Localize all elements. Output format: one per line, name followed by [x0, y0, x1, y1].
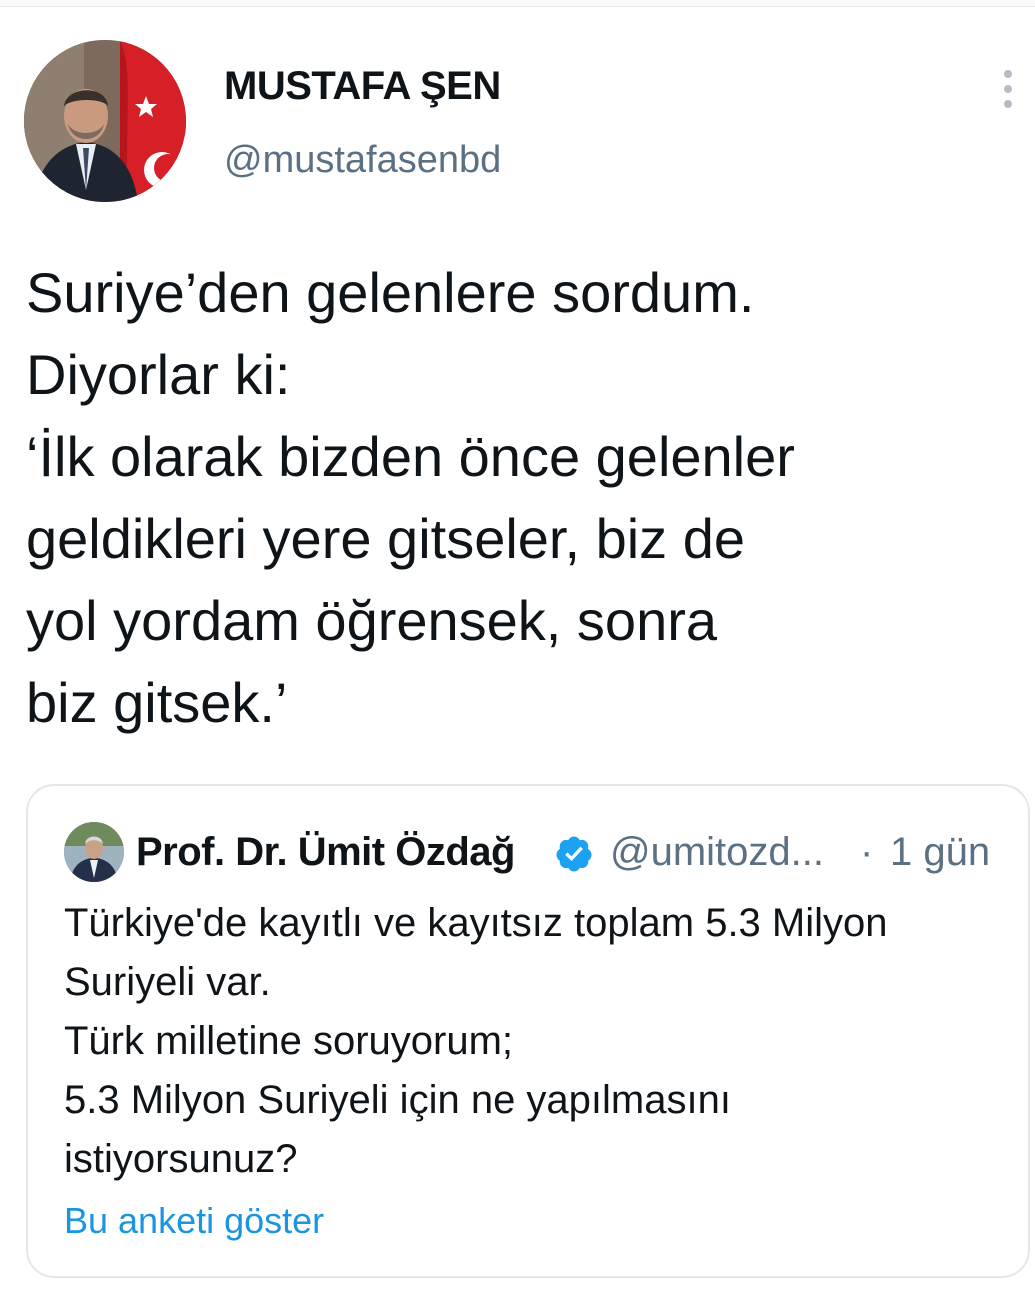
quoted-author-display-name[interactable]: Prof. Dr. Ümit Özdağ	[136, 830, 515, 875]
quoted-tweet-card[interactable]: Prof. Dr. Ümit Özdağ @umitozd... · 1 gün…	[26, 784, 1030, 1278]
tweet-text-line: Suriye’den gelenlere sordum.	[26, 261, 755, 324]
quoted-author-handle[interactable]: @umitozd...	[610, 830, 824, 875]
quoted-text-line: 5.3 Milyon Suriyeli için ne yapılmasını	[64, 1078, 731, 1122]
verified-badge-icon	[556, 836, 592, 872]
author-handle[interactable]: @mustafasenbd	[224, 139, 501, 182]
vertical-ellipsis-icon	[1004, 70, 1012, 78]
author-avatar[interactable]	[24, 40, 186, 202]
quoted-tweet-header: Prof. Dr. Ümit Özdağ @umitozd... · 1 gün	[64, 822, 1004, 884]
ellipsis-dot	[1004, 85, 1012, 93]
tweet-text-line: geldikleri yere gitseler, biz de	[26, 507, 746, 570]
tweet-text-line: yol yordam öğrensek, sonra	[26, 589, 718, 652]
quoted-author-avatar[interactable]	[64, 822, 124, 882]
ellipsis-dot	[1004, 100, 1012, 108]
tweet: MUSTAFA ŞEN @mustafasenbd Suriye’den gel…	[0, 0, 1035, 1296]
profile-photo-icon	[64, 822, 124, 882]
tweet-text-line: biz gitsek.’	[26, 671, 288, 734]
tweet-text: Suriye’den gelenlere sordum. Diyorlar ki…	[26, 252, 1016, 744]
more-options-button[interactable]	[993, 66, 1023, 112]
show-poll-link[interactable]: Bu anketi göster	[64, 1200, 324, 1242]
profile-photo-icon	[24, 40, 186, 202]
quoted-tweet-time[interactable]: 1 gün	[890, 830, 990, 875]
quoted-text-line: istiyorsunuz?	[64, 1137, 298, 1181]
tweet-text-line: Diyorlar ki:	[26, 343, 291, 406]
quoted-text-line: Türkiye'de kayıtlı ve kayıtsız toplam 5.…	[64, 901, 888, 945]
quoted-tweet-text: Türkiye'de kayıtlı ve kayıtsız toplam 5.…	[64, 894, 1004, 1189]
quoted-text-line: Türk milletine soruyorum;	[64, 1019, 514, 1063]
separator-dot: ·	[860, 830, 874, 874]
author-display-name[interactable]: MUSTAFA ŞEN	[224, 64, 501, 109]
tweet-text-line: ‘İlk olarak bizden önce gelenler	[26, 425, 795, 488]
quoted-text-line: Suriyeli var.	[64, 960, 271, 1004]
